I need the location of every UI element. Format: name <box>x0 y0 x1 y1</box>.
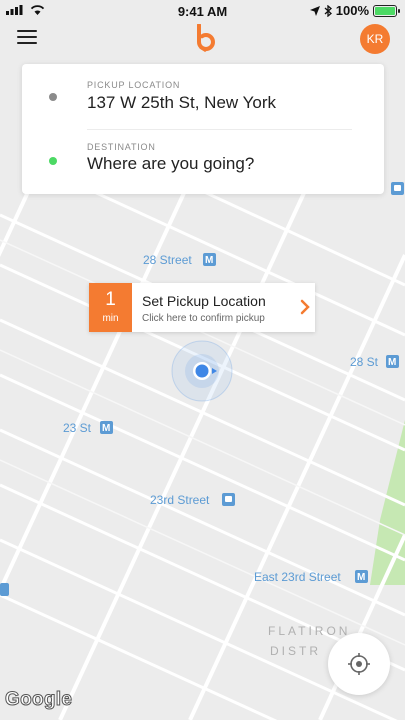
eta-badge: 1 min <box>89 283 132 332</box>
pickup-label: PICKUP LOCATION <box>87 80 181 90</box>
location-services-icon <box>309 5 320 16</box>
destination-value: Where are you going? <box>87 154 255 173</box>
callout-title: Set Pickup Location <box>142 293 266 309</box>
recenter-button[interactable] <box>328 633 390 695</box>
callout-subtitle: Click here to confirm pickup <box>142 313 265 324</box>
current-location-marker <box>171 340 233 402</box>
map-label-23rd-street: 23rd Street <box>150 493 210 507</box>
status-bar: 9:41 AM 100% <box>0 0 405 22</box>
destination-label: DESTINATION <box>87 142 156 152</box>
destination-field[interactable]: DESTINATION Where are you going? <box>22 140 384 200</box>
map-label-28-street: 28 Street <box>143 253 192 267</box>
destination-dot <box>49 157 57 165</box>
status-right: 100% <box>309 3 400 18</box>
eta-unit: min <box>102 313 119 324</box>
map-label-district: DISTR <box>270 644 321 658</box>
map-label-23-st: 23 St <box>63 421 92 435</box>
eta-number: 1 <box>105 289 116 310</box>
svg-text:M: M <box>388 357 396 368</box>
set-pickup-button[interactable]: 1 min Set Pickup Location Click here to … <box>89 283 315 332</box>
nav-bar: KR <box>0 22 405 58</box>
battery-percent: 100% <box>335 3 369 18</box>
crosshair-icon <box>348 653 370 675</box>
card-divider <box>87 129 352 130</box>
svg-text:M: M <box>357 572 365 583</box>
map-label-east-23rd-street: East 23rd Street <box>254 570 341 584</box>
pickup-value: 137 W 25th St, New York <box>87 93 276 112</box>
chevron-right-icon <box>300 299 310 315</box>
svg-text:M: M <box>102 423 110 434</box>
map-label-28-st: 28 St <box>350 355 379 369</box>
bluetooth-icon <box>324 4 332 17</box>
hamburger-icon[interactable] <box>17 30 37 46</box>
location-card: PICKUP LOCATION 137 W 25th St, New York … <box>22 64 384 194</box>
b-logo-icon[interactable] <box>193 24 217 52</box>
map-label-flatiron: FLATIRON <box>268 624 350 638</box>
google-attribution[interactable]: Google <box>4 689 72 711</box>
avatar[interactable]: KR <box>360 24 390 54</box>
battery-icon <box>373 4 400 17</box>
svg-text:M: M <box>205 255 213 266</box>
pickup-dot <box>49 93 57 101</box>
pickup-location-field[interactable]: PICKUP LOCATION 137 W 25th St, New York <box>22 74 384 134</box>
